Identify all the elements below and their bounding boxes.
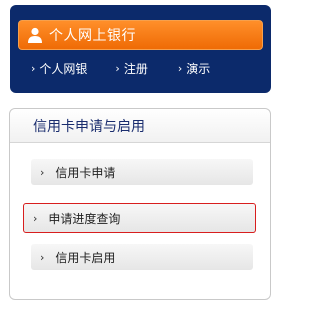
- credit-card-panel: 信用卡申请与启用 › 信用卡申请 › 申请进度查询 › 信用卡启用: [9, 108, 271, 300]
- chevron-right-icon: ›: [177, 62, 183, 75]
- chevron-right-icon: ›: [31, 62, 36, 75]
- personal-banking-button[interactable]: 个人网上银行: [18, 20, 263, 50]
- link-label: 个人网银: [39, 62, 88, 76]
- menu-item-label: 申请进度查询: [48, 211, 121, 226]
- personal-banking-label: 个人网上银行: [49, 28, 136, 44]
- personal-banking-box: 个人网上银行 › 个人网银 › 注册 › 演示: [10, 5, 271, 93]
- person-icon: [27, 27, 43, 43]
- banking-links: › 个人网银 › 注册 › 演示: [10, 60, 271, 77]
- link-label: 注册: [123, 62, 148, 76]
- credit-card-panel-title: 信用卡申请与启用: [33, 118, 145, 135]
- chevron-right-icon: ›: [115, 62, 120, 75]
- chevron-right-icon: ›: [33, 211, 38, 225]
- personal-online-banking-link[interactable]: › 个人网银: [31, 60, 87, 77]
- chevron-right-icon: ›: [40, 250, 45, 264]
- link-label: 演示: [186, 62, 211, 76]
- menu-item-label: 信用卡启用: [55, 250, 116, 265]
- credit-card-apply-item[interactable]: › 信用卡申请: [31, 159, 253, 185]
- application-progress-query-item[interactable]: › 申请进度查询: [23, 203, 256, 233]
- credit-card-panel-header: 信用卡申请与启用: [10, 109, 270, 143]
- chevron-right-icon: ›: [40, 165, 45, 179]
- demo-link[interactable]: › 演示: [178, 60, 210, 77]
- menu-item-label: 信用卡申请: [55, 165, 116, 180]
- credit-card-activate-item[interactable]: › 信用卡启用: [31, 244, 253, 270]
- register-link[interactable]: › 注册: [115, 60, 147, 77]
